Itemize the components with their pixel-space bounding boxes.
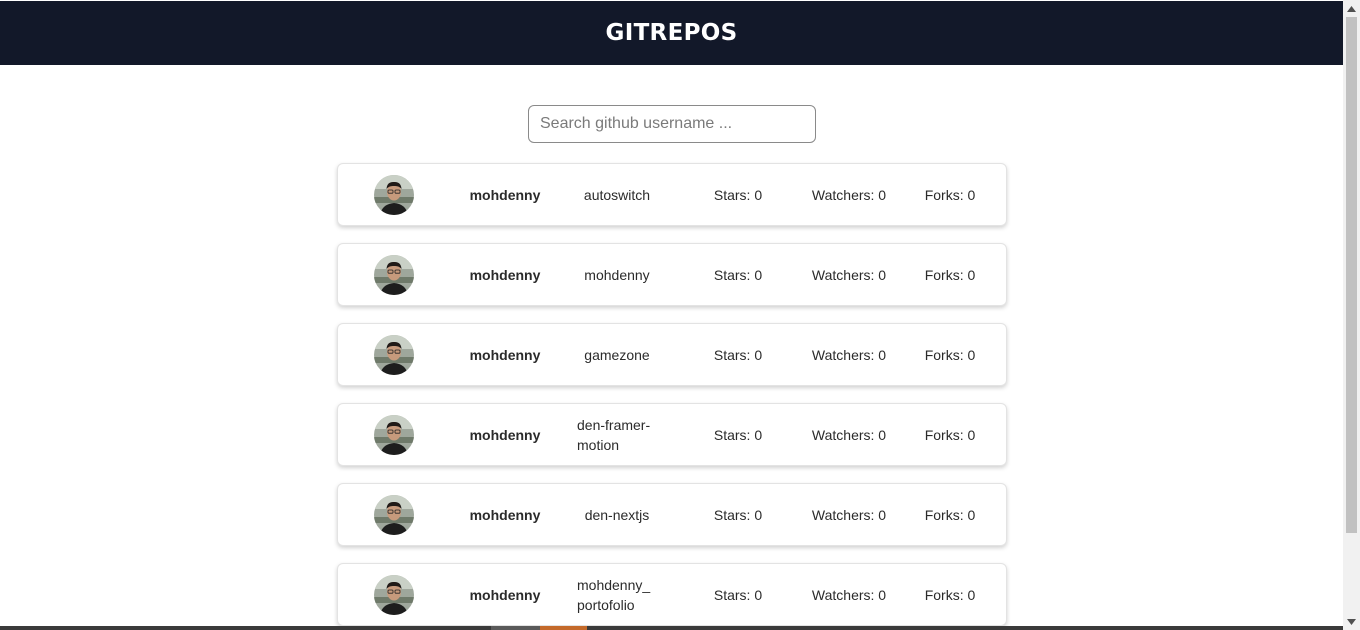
repo-owner: mohdenny [469,506,541,523]
app: GITREPOS mohdenny autoswitch Stars: 0 Wa… [0,0,1343,630]
repo-forks: Forks: 0 [924,346,976,363]
repo-name[interactable]: den-framer-motion [577,404,657,465]
repo-owner: mohdenny [469,586,541,603]
repo-name[interactable]: mohdenny_portofolio [577,564,657,625]
repo-name[interactable]: gamezone [577,324,657,385]
search-input[interactable] [528,105,816,143]
chevron-up-icon [1347,5,1356,12]
repo-forks: Forks: 0 [924,586,976,603]
avatar-image [374,175,414,215]
app-title: GITREPOS [605,20,738,46]
repo-owner: mohdenny [469,426,541,443]
repo-forks: Forks: 0 [924,186,976,203]
repo-watchers: Watchers: 0 [811,506,887,523]
repo-stars: Stars: 0 [713,506,763,523]
repo-owner: mohdenny [469,186,541,203]
repo-stars: Stars: 0 [713,266,763,283]
repo-watchers: Watchers: 0 [811,586,887,603]
repo-card[interactable]: mohdenny gamezone Stars: 0 Watchers: 0 F… [337,323,1007,386]
repo-watchers: Watchers: 0 [811,266,887,283]
scrollbar-thumb[interactable] [1346,17,1357,533]
avatar-image [374,255,414,295]
repo-forks: Forks: 0 [924,506,976,523]
repo-card[interactable]: mohdenny den-framer-motion Stars: 0 Watc… [337,403,1007,466]
repo-card[interactable]: mohdenny mohdenny Stars: 0 Watchers: 0 F… [337,243,1007,306]
search-container [528,105,816,143]
repo-stars: Stars: 0 [713,346,763,363]
avatar [374,495,414,535]
taskbar-item[interactable] [491,626,540,630]
taskbar-item-active[interactable] [540,626,587,630]
avatar [374,415,414,455]
taskbar-strip [0,626,1343,630]
avatar [374,335,414,375]
repo-owner: mohdenny [469,346,541,363]
repo-name[interactable]: autoswitch [577,164,657,225]
repo-watchers: Watchers: 0 [811,426,887,443]
vertical-scrollbar[interactable] [1343,0,1360,630]
repo-card[interactable]: mohdenny den-nextjs Stars: 0 Watchers: 0… [337,483,1007,546]
repo-stars: Stars: 0 [713,426,763,443]
scroll-down-button[interactable] [1343,613,1360,630]
avatar [374,175,414,215]
avatar-image [374,575,414,615]
repo-forks: Forks: 0 [924,426,976,443]
repo-list: mohdenny autoswitch Stars: 0 Watchers: 0… [337,163,1007,630]
repo-stars: Stars: 0 [713,186,763,203]
chevron-down-icon [1347,618,1356,625]
repo-card[interactable]: mohdenny autoswitch Stars: 0 Watchers: 0… [337,163,1007,226]
avatar-image [374,335,414,375]
scroll-up-button[interactable] [1343,0,1360,17]
avatar-image [374,415,414,455]
avatar [374,255,414,295]
avatar-image [374,495,414,535]
avatar [374,575,414,615]
repo-name[interactable]: mohdenny [577,244,657,305]
repo-forks: Forks: 0 [924,266,976,283]
repo-name[interactable]: den-nextjs [577,484,657,545]
repo-watchers: Watchers: 0 [811,186,887,203]
repo-stars: Stars: 0 [713,586,763,603]
header-bar: GITREPOS [0,1,1343,65]
repo-card[interactable]: mohdenny mohdenny_portofolio Stars: 0 Wa… [337,563,1007,626]
repo-watchers: Watchers: 0 [811,346,887,363]
repo-owner: mohdenny [469,266,541,283]
